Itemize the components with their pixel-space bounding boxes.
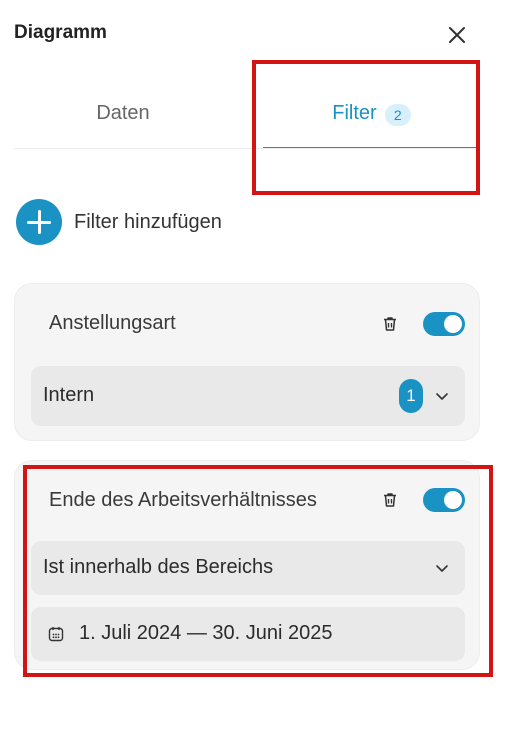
- tab-filter[interactable]: Filter 2: [263, 90, 480, 148]
- filter-value: Intern: [43, 384, 95, 406]
- panel-title: Diagramm: [14, 22, 107, 43]
- toggle-knob: [444, 315, 462, 333]
- filter-card-ende-arbeitsverhaeltnis: Ende des Arbeitsverhältnisses Ist innerh…: [14, 460, 480, 670]
- calendar-icon: [48, 627, 64, 642]
- selected-count-badge: 1: [399, 379, 423, 413]
- tab-daten[interactable]: Daten: [14, 90, 232, 148]
- filter-title: Ende des Arbeitsverhältnisses: [49, 489, 317, 511]
- date-range-picker[interactable]: 1. Juli 2024 — 30. Juni 2025: [31, 607, 465, 661]
- plus-icon: [16, 199, 62, 245]
- filter-value-select[interactable]: Intern 1: [31, 366, 465, 426]
- trash-icon: [384, 493, 396, 507]
- chevron-down-icon: [436, 393, 448, 400]
- filter-title: Anstellungsart: [49, 312, 176, 334]
- filter-enabled-toggle[interactable]: [423, 488, 465, 512]
- filter-count-badge: 2: [384, 104, 411, 126]
- delete-filter-button[interactable]: [381, 491, 399, 509]
- tab-filter-label: Filter: [332, 102, 377, 124]
- tab-bar: Daten Filter 2: [14, 90, 480, 149]
- add-filter-label: Filter hinzufügen: [74, 210, 222, 233]
- delete-filter-button[interactable]: [381, 315, 399, 333]
- filter-card-anstellungsart: Anstellungsart Intern 1: [14, 283, 480, 441]
- close-icon: [449, 27, 465, 43]
- date-range-value: 1. Juli 2024 — 30. Juni 2025: [79, 622, 333, 644]
- chevron-down-icon: [436, 565, 448, 572]
- tab-daten-label: Daten: [96, 102, 150, 124]
- close-button[interactable]: [444, 22, 470, 48]
- filter-enabled-toggle[interactable]: [423, 312, 465, 336]
- toggle-knob: [444, 491, 462, 509]
- trash-icon: [384, 317, 396, 331]
- add-filter-button[interactable]: Filter hinzufügen: [16, 199, 222, 245]
- filter-operator-select[interactable]: Ist innerhalb des Bereichs: [31, 541, 465, 595]
- filter-operator: Ist innerhalb des Bereichs: [43, 556, 274, 578]
